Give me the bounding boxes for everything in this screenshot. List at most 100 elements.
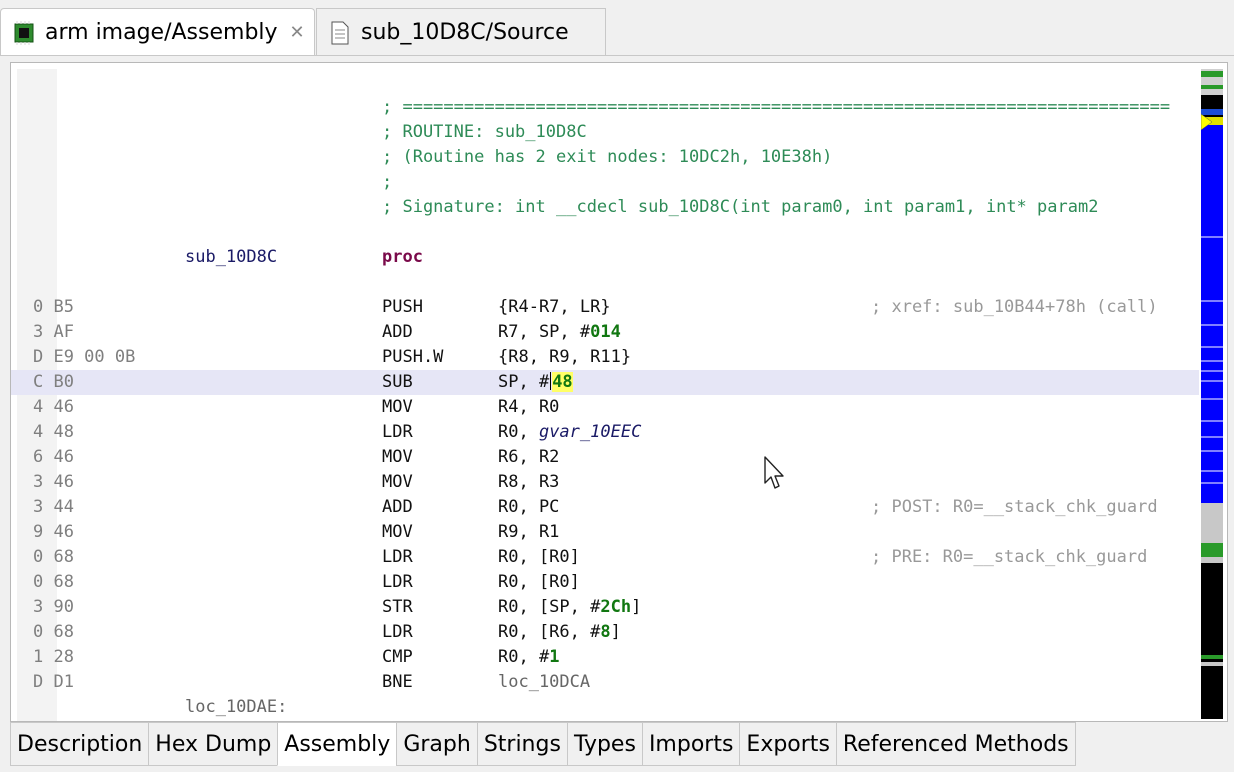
tab-imports[interactable]: Imports — [641, 722, 741, 766]
overview-scrollbar[interactable] — [1201, 69, 1223, 719]
loc-label[interactable]: loc_10DAE: — [185, 695, 287, 720]
instruction-row[interactable]: D D1 BNE loc_10DCA — [11, 670, 1199, 695]
chip-icon — [11, 20, 37, 46]
header-comment-line: ; Signature: int __cdecl sub_10D8C(int p… — [11, 195, 1199, 220]
mnemonic[interactable]: BNE — [382, 670, 413, 695]
instruction-row[interactable]: 6 46 MOV R6, R2 — [11, 445, 1199, 470]
operands: R0, gvar_10EEC — [498, 420, 641, 445]
instruction-row[interactable]: C B0 SUB SP, #48 — [11, 370, 1199, 395]
mnemonic[interactable]: MOV — [382, 395, 413, 420]
operands: SP, #48 — [498, 370, 573, 395]
tab-strings[interactable]: Strings — [476, 722, 568, 766]
instruction-row[interactable]: 0 68 LDR R0, [R0] — [11, 570, 1199, 595]
immediate-value[interactable]: 014 — [590, 322, 621, 342]
comment-text: ; ROUTINE: sub_10D8C — [382, 122, 587, 142]
header-comment-line: ; — [11, 170, 1199, 195]
instruction-row[interactable]: 3 90 STR R0, [SP, #2Ch] — [11, 595, 1199, 620]
inline-comment: ; POST: R0=__stack_chk_guard — [871, 497, 1158, 517]
instruction-row[interactable]: 0 B5 PUSH {R4-R7, LR} ; xref: sub_10B44+78h… — [11, 295, 1199, 320]
editor-tab-bar: arm image/Assembly ✕ sub_10D8C/Source — [0, 0, 1234, 56]
tab-hex-dump[interactable]: Hex Dump — [148, 722, 279, 766]
mnemonic[interactable]: CMP — [382, 645, 413, 670]
operands-text: R0, [SP, # — [498, 597, 601, 617]
instruction-row[interactable]: 0 68 LDR R0, [R0] ; PRE: R0=__stack_chk_gua… — [11, 545, 1199, 570]
position-pointer-icon — [1201, 113, 1213, 131]
instruction-row[interactable]: D E9 00 0B PUSH.W {R8, R9, R11} — [11, 345, 1199, 370]
immediate-value[interactable]: 8 — [600, 622, 610, 642]
tab-assembly-editor[interactable]: arm image/Assembly ✕ — [0, 8, 315, 56]
view-tab-bar: Description Hex Dump Assembly Graph Strings T… — [10, 722, 1076, 768]
mnemonic[interactable]: STR — [382, 595, 413, 620]
operands: R7, SP, #014 — [498, 320, 621, 345]
operands: {R8, R9, R11} — [498, 345, 631, 370]
operands-text: R9, R1 — [498, 522, 560, 542]
proc-keyword: proc — [382, 247, 423, 267]
instruction-row[interactable]: 3 44 ADD R0, PC ; POST: R0=__stack_chk_guar… — [11, 495, 1199, 520]
immediate-value[interactable]: 2Ch — [600, 597, 631, 617]
operands-text: R8, R3 — [498, 472, 560, 492]
tab-exports[interactable]: Exports — [739, 722, 837, 766]
mnemonic[interactable]: ADD — [382, 495, 413, 520]
mnemonic[interactable]: MOV — [382, 520, 413, 545]
mnemonic[interactable]: PUSH.W — [382, 345, 443, 370]
operands: loc_10DCA — [498, 670, 590, 695]
opcode-bytes: 1 28 — [33, 647, 74, 667]
comment-text: ; Signature: int __cdecl sub_10D8C(int p… — [382, 197, 1099, 217]
opcode-bytes: 3 90 — [33, 597, 74, 617]
opcode-bytes: 4 46 — [33, 397, 74, 417]
tab-source-editor[interactable]: sub_10D8C/Source — [316, 8, 606, 56]
close-icon[interactable]: ✕ — [290, 22, 305, 43]
instruction-row[interactable]: 9 46 MOV R9, R1 — [11, 520, 1199, 545]
tab-label: arm image/Assembly — [45, 20, 278, 45]
mnemonic[interactable]: LDR — [382, 420, 413, 445]
immediate-value[interactable]: 1 — [549, 647, 559, 667]
mnemonic[interactable]: SUB — [382, 370, 413, 395]
comment-text: ; (Routine has 2 exit nodes: 10DC2h, 10E… — [382, 147, 833, 167]
global-var-ref[interactable]: gvar_10EEC — [539, 422, 641, 442]
code-area[interactable]: ; ======================================… — [11, 63, 1199, 721]
mnemonic[interactable]: PUSH — [382, 295, 423, 320]
header-comment-line: ; ROUTINE: sub_10D8C — [11, 120, 1199, 145]
mouse-pointer-icon — [764, 456, 784, 489]
inline-comment: ; xref: sub_10B44+78h (call) — [871, 297, 1158, 317]
mnemonic[interactable]: LDR — [382, 545, 413, 570]
tab-types[interactable]: Types — [566, 722, 643, 766]
operands: R0, PC — [498, 495, 559, 520]
operands: {R4-R7, LR} — [498, 295, 611, 320]
label-line[interactable]: loc_10DAE: — [11, 695, 1199, 720]
mnemonic[interactable]: MOV — [382, 470, 413, 495]
operands-text: SP, # — [498, 372, 550, 392]
mnemonic[interactable]: LDR — [382, 570, 413, 595]
operands: R0, [R0] — [498, 570, 580, 595]
mnemonic[interactable]: LDR — [382, 620, 413, 645]
mnemonic[interactable]: MOV — [382, 445, 413, 470]
operands-text: R6, R2 — [498, 447, 560, 467]
assembly-view[interactable]: ; ======================================… — [10, 62, 1228, 722]
opcode-bytes: 0 B5 — [33, 297, 74, 317]
header-comment-line: ; (Routine has 2 exit nodes: 10DC2h, 10E… — [11, 145, 1199, 170]
tab-divider — [0, 55, 1234, 56]
selected-immediate[interactable]: 48 — [552, 372, 573, 392]
instruction-row[interactable]: 3 46 MOV R8, R3 — [11, 470, 1199, 495]
comment-text: ; ======================================… — [382, 97, 1171, 117]
instruction-row[interactable]: 3 AF ADD R7, SP, #014 — [11, 320, 1199, 345]
instruction-row[interactable]: 4 48 LDR R0, gvar_10EEC — [11, 420, 1199, 445]
proc-line[interactable]: sub_10D8C proc — [11, 245, 1199, 270]
instruction-row[interactable]: 4 46 MOV R4, R0 — [11, 395, 1199, 420]
operands: R4, R0 — [498, 395, 559, 420]
tab-referenced-methods[interactable]: Referenced Methods — [835, 722, 1076, 766]
opcode-bytes: C B0 — [33, 372, 74, 392]
operands-text: R0, — [498, 422, 539, 442]
instruction-row[interactable]: 0 68 LDR R0, [R6, #8] — [11, 620, 1199, 645]
instruction-row[interactable]: 1 28 CMP R0, #1 — [11, 645, 1199, 670]
tab-description[interactable]: Description — [10, 722, 150, 766]
tab-assembly[interactable]: Assembly — [277, 722, 398, 766]
mnemonic[interactable]: ADD — [382, 320, 413, 345]
inline-comment: ; PRE: R0=__stack_chk_guard — [871, 547, 1148, 567]
proc-label[interactable]: sub_10D8C — [185, 245, 277, 270]
opcode-bytes: D D1 — [33, 672, 74, 692]
tab-graph[interactable]: Graph — [396, 722, 478, 766]
operands: R0, [SP, #2Ch] — [498, 595, 641, 620]
opcode-bytes: 3 AF — [33, 322, 74, 342]
branch-target-ref[interactable]: loc_10DCA — [498, 672, 590, 692]
